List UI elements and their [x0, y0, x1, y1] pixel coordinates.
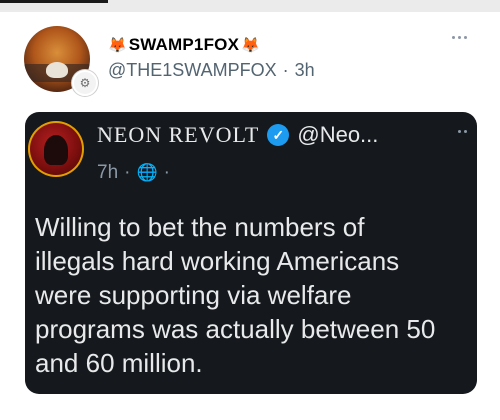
- quoted-tweet-meta: 7h · 🌐 ·: [97, 162, 170, 184]
- top-bar: [0, 0, 500, 12]
- quoted-tweet-card[interactable]: NEON REVOLT ✓ @Neo... 7h · 🌐 · Willing t…: [25, 112, 477, 394]
- quoted-tweet-text: Willing to bet the numbers of illegals h…: [35, 212, 436, 378]
- author-handle[interactable]: @THE1SWAMPFOX: [108, 60, 277, 81]
- author-handle-row: @THE1SWAMPFOX · 3h: [108, 60, 315, 81]
- more-dot: [452, 36, 455, 39]
- tweet-time[interactable]: 3h: [295, 60, 315, 81]
- author-name-row[interactable]: 🦊 SWAMP1FOX 🦊: [108, 34, 260, 56]
- fox-emoji-icon: 🦊: [241, 36, 260, 54]
- verified-badge-icon: ✓: [267, 124, 290, 146]
- quoted-author-avatar[interactable]: [28, 121, 84, 177]
- author-display-name[interactable]: SWAMP1FOX: [129, 35, 239, 55]
- globe-icon: 🌐: [136, 163, 158, 182]
- meta-separator: ·: [124, 162, 131, 183]
- quoted-author-display-name[interactable]: NEON REVOLT: [97, 122, 259, 148]
- meta-separator: ·: [282, 60, 289, 80]
- meta-separator: ·: [163, 162, 170, 183]
- quoted-tweet-time[interactable]: 7h: [97, 162, 118, 184]
- more-horizontal-icon[interactable]: [458, 130, 467, 133]
- more-dot: [464, 130, 467, 133]
- fox-emoji-icon: 🦊: [108, 36, 127, 54]
- more-dot: [458, 36, 461, 39]
- active-tab-indicator: [0, 0, 108, 3]
- avatar-figure: [44, 135, 68, 165]
- quoted-author-name-row[interactable]: NEON REVOLT ✓ @Neo...: [97, 120, 378, 150]
- community-badge-icon: ⚙: [72, 70, 98, 96]
- avatar-skull: [46, 62, 68, 78]
- more-dot: [458, 130, 461, 133]
- quoted-author-handle[interactable]: @Neo...: [297, 122, 378, 148]
- more-dot: [464, 36, 467, 39]
- more-horizontal-icon[interactable]: [452, 36, 467, 39]
